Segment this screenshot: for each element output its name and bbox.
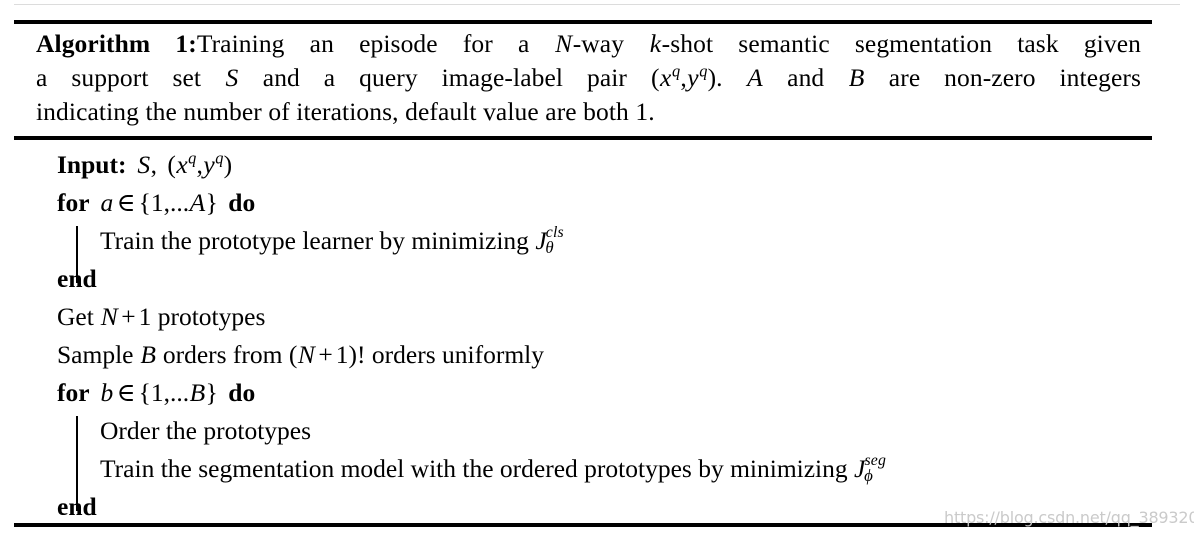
for-a-variable: a	[100, 188, 114, 217]
for-b-brace-close: }	[205, 378, 218, 407]
get-prototypes-plus: +	[121, 302, 136, 331]
for-a-range-start: 1	[150, 188, 164, 217]
train-prototype-text: Train the prototype learner by minimizin…	[100, 226, 536, 255]
for-b-brace-open: {	[138, 378, 151, 407]
caption-paren-open: (	[650, 63, 660, 92]
for-a-range-end: A	[189, 188, 206, 217]
get-prototypes-number: 1	[138, 302, 152, 331]
input-sup-q-y: q	[215, 148, 224, 168]
for-a-keyword: for	[57, 188, 90, 217]
caption-line2-text2: and a query image-label pair	[238, 63, 651, 92]
get-prototypes-text1: Get	[57, 302, 101, 331]
for-b-member-op: ∈	[116, 378, 136, 407]
input-comma-1: ,	[150, 150, 157, 179]
algorithm-line-end-a: end	[57, 260, 1147, 298]
algorithm-caption: Algorithm 1:Training an episode for a N-…	[36, 27, 1141, 129]
sample-orders-text2: orders from	[156, 340, 289, 369]
algorithm-figure: Algorithm 1:Training an episode for a N-…	[0, 0, 1194, 543]
csdn-watermark: https://blog.csdn.net/qq_38932073	[944, 508, 1194, 527]
for-b-range-start: 1	[150, 378, 164, 407]
sample-orders-text3: orders uniformly	[365, 340, 544, 369]
input-paren-open: (	[167, 150, 176, 179]
caption-line2-text4: and	[763, 63, 849, 92]
algorithm-label: Algorithm 1:	[36, 29, 197, 58]
caption-line-3: indicating the number of iterations, def…	[36, 95, 1141, 129]
sample-orders-number: 1	[335, 340, 349, 369]
caption-paren-close: )	[707, 63, 717, 92]
caption-var-yq: y	[687, 63, 699, 92]
input-comma-2: ,	[196, 150, 203, 179]
caption-line1-text1: Training an episode for a	[196, 29, 555, 58]
caption-var-k: k	[649, 29, 662, 58]
sample-orders-var-N: N	[297, 340, 315, 369]
sample-orders-plus: +	[318, 340, 333, 369]
caption-line3-text: indicating the number of iterations, def…	[36, 97, 655, 126]
caption-line-1: Algorithm 1:Training an episode for a N-…	[36, 27, 1141, 61]
algorithm-line-for-b: for b ∈ {1,...B} do	[57, 374, 1147, 412]
for-b-keyword: for	[57, 378, 90, 407]
caption-line2-text5: are non-zero integers	[864, 63, 1141, 92]
for-b-do-keyword: do	[228, 378, 256, 407]
algorithm-line-for-a: for a ∈ {1,...A} do	[57, 184, 1147, 222]
caption-sup-q-y: q	[699, 61, 708, 81]
caption-line1-text3: -shot semantic segmentation task given	[661, 29, 1141, 58]
sample-orders-factorial: !	[357, 340, 366, 369]
input-sup-q-x: q	[188, 148, 197, 168]
sample-orders-var-B: B	[140, 340, 156, 369]
for-a-ellipsis: ,...	[163, 188, 190, 217]
for-b-variable: b	[100, 378, 114, 407]
caption-var-xq: x	[660, 63, 672, 92]
algorithm-line-get-prototypes: Get N +1 prototypes	[57, 298, 1147, 336]
train-segmentation-text: Train the segmentation model with the or…	[100, 454, 855, 483]
for-a-member-op: ∈	[116, 188, 136, 217]
caption-line-2: a support set S and a query image-label …	[36, 61, 1141, 95]
for-a-brace-close: }	[205, 188, 218, 217]
algorithm-line-train-segmentation-model: Train the segmentation model with the or…	[57, 450, 1147, 488]
sample-orders-text1: Sample	[57, 340, 140, 369]
input-var-S: S	[137, 150, 151, 179]
algorithm-line-input: Input: S, (xq,yq)	[57, 146, 1147, 184]
algorithm-line-order-prototypes: Order the prototypes	[57, 412, 1147, 511]
page-top-hairline	[14, 4, 1180, 5]
caption-comma: ,	[680, 63, 687, 92]
caption-line2-text3: .	[716, 63, 747, 92]
caption-var-N: N	[555, 29, 573, 58]
caption-var-S: S	[225, 63, 239, 92]
input-var-y: y	[203, 150, 215, 179]
for-b-ellipsis: ,...	[163, 378, 190, 407]
for-a-brace-open: {	[138, 188, 151, 217]
caption-var-B: B	[848, 63, 865, 92]
objective-J-cls: Jcls θ	[535, 222, 571, 260]
for-a-do-keyword: do	[228, 188, 256, 217]
algorithm-rule-middle	[14, 136, 1152, 140]
algorithm-body: Input: S, (xq,yq) for a ∈ {1,...A} do Trai…	[57, 146, 1147, 526]
order-prototypes-text: Order the prototypes	[100, 416, 312, 445]
caption-line1-text2: -way	[572, 29, 650, 58]
for-b-range-end: B	[189, 378, 206, 407]
caption-line2-text1: a support set	[36, 63, 225, 92]
caption-var-A: A	[747, 63, 763, 92]
algorithm-line-train-prototype-learner: Train the prototype learner by minimizin…	[57, 222, 1147, 283]
algorithm-rule-top	[14, 20, 1152, 24]
input-paren-close: )	[223, 150, 233, 179]
input-keyword: Input:	[57, 150, 127, 179]
input-var-x: x	[176, 150, 188, 179]
end-b-keyword: end	[57, 492, 97, 521]
objective-J-seg: Jseg ϕ	[854, 450, 890, 488]
sample-orders-paren-close: )	[348, 340, 358, 369]
get-prototypes-text2: prototypes	[151, 302, 266, 331]
algorithm-line-sample-orders: Sample B orders from (N +1)! orders unifo…	[57, 336, 1147, 374]
get-prototypes-var-N: N	[100, 302, 118, 331]
end-a-keyword: end	[57, 264, 97, 293]
